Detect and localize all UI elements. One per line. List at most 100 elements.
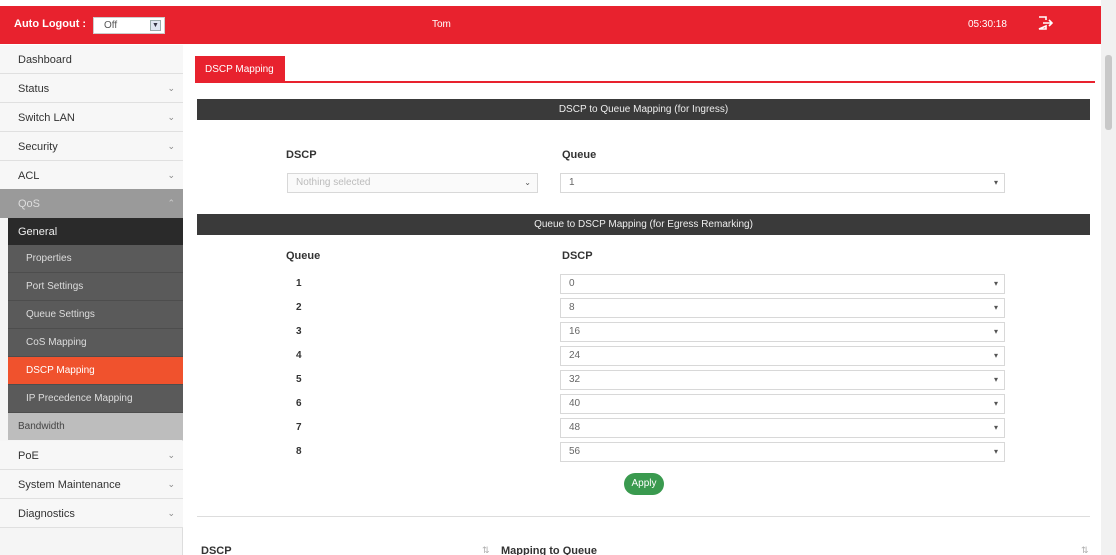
sidebar-item-general[interactable]: General bbox=[8, 218, 183, 245]
sort-icon[interactable]: ⇅ bbox=[482, 545, 490, 555]
top-bar: Auto Logout : Off ▼ Tom 05:30:18 bbox=[0, 0, 1116, 45]
chevron-down-icon: ▾ bbox=[993, 178, 998, 187]
page-scrollbar[interactable] bbox=[1101, 0, 1116, 555]
auto-logout-select[interactable]: Off ▼ bbox=[93, 17, 165, 34]
sidebar-item-properties[interactable]: Properties bbox=[8, 245, 183, 273]
chevron-down-icon: ▾ bbox=[993, 303, 998, 312]
sidebar-item-acl[interactable]: ACL ⌄ bbox=[0, 161, 183, 190]
queue-number: 5 bbox=[296, 374, 302, 385]
tab-dscp-mapping[interactable]: DSCP Mapping bbox=[195, 56, 285, 82]
sidebar-item-poe[interactable]: PoE ⌄ bbox=[0, 441, 183, 470]
egress-dscp-select-8[interactable]: 56 ▾ bbox=[560, 442, 1005, 462]
sidebar-item-dashboard[interactable]: Dashboard bbox=[0, 45, 183, 74]
sidebar-item-status[interactable]: Status ⌄ bbox=[0, 74, 183, 103]
queue-number: 6 bbox=[296, 398, 302, 409]
auto-logout-value: Off bbox=[104, 20, 118, 31]
sidebar-item-ip-precedence-mapping[interactable]: IP Precedence Mapping bbox=[8, 385, 183, 413]
dscp-select-value: 16 bbox=[569, 326, 581, 337]
sidebar-item-label: Properties bbox=[26, 253, 72, 264]
chevron-down-icon: ⌄ bbox=[167, 508, 175, 518]
egress-section-title: Queue to DSCP Mapping (for Egress Remark… bbox=[197, 214, 1090, 235]
dscp-select-value: 56 bbox=[569, 446, 581, 457]
sidebar-item-diagnostics[interactable]: Diagnostics ⌄ bbox=[0, 499, 183, 528]
chevron-down-icon: ⌄ bbox=[524, 178, 531, 187]
sidebar-item-label: Bandwidth bbox=[18, 421, 65, 432]
sidebar-item-label: Switch LAN bbox=[18, 112, 75, 124]
queue-select-value: 1 bbox=[569, 177, 575, 188]
header-bar bbox=[0, 6, 1101, 44]
sidebar-item-dscp-mapping[interactable]: DSCP Mapping bbox=[8, 357, 183, 385]
queue-number: 1 bbox=[296, 278, 302, 289]
egress-dscp-select-4[interactable]: 24 ▾ bbox=[560, 346, 1005, 366]
sidebar-item-label: Security bbox=[18, 141, 58, 153]
sidebar-item-label: Diagnostics bbox=[18, 508, 75, 520]
sidebar-item-label: QoS bbox=[18, 198, 41, 210]
sidebar: Dashboard Status ⌄ Switch LAN ⌄ Security ⌄ … bbox=[0, 45, 183, 555]
chevron-down-icon: ▾ bbox=[993, 447, 998, 456]
auto-logout-label: Auto Logout : bbox=[14, 18, 87, 30]
sidebar-item-label: Status bbox=[18, 83, 50, 95]
sidebar-item-switch-lan[interactable]: Switch LAN ⌄ bbox=[0, 103, 183, 132]
chevron-down-icon: ▾ bbox=[993, 351, 998, 360]
egress-queue-header: Queue bbox=[286, 250, 321, 262]
sort-icon[interactable]: ⇅ bbox=[1081, 545, 1089, 555]
host-name: Tom bbox=[432, 19, 451, 30]
dscp-select-value: 8 bbox=[569, 302, 575, 313]
section-divider bbox=[197, 516, 1090, 517]
dscp-select-placeholder: Nothing selected bbox=[296, 177, 371, 188]
ingress-dscp-select[interactable]: Nothing selected ⌄ bbox=[287, 173, 538, 193]
dscp-select-value: 48 bbox=[569, 422, 581, 433]
egress-dscp-select-7[interactable]: 48 ▾ bbox=[560, 418, 1005, 438]
queue-number: 2 bbox=[296, 302, 302, 313]
egress-dscp-header: DSCP bbox=[562, 250, 593, 262]
sidebar-item-label: CoS Mapping bbox=[26, 337, 87, 348]
sidebar-item-qos[interactable]: QoS ⌃ bbox=[0, 189, 183, 218]
chevron-down-icon: ⌄ bbox=[167, 83, 175, 93]
sidebar-item-system-maintenance[interactable]: System Maintenance ⌄ bbox=[0, 470, 183, 499]
chevron-down-icon: ▾ bbox=[993, 399, 998, 408]
chevron-up-icon: ⌃ bbox=[167, 198, 175, 208]
egress-dscp-select-5[interactable]: 32 ▾ bbox=[560, 370, 1005, 390]
sidebar-item-port-settings[interactable]: Port Settings bbox=[8, 273, 183, 301]
chevron-down-icon: ▾ bbox=[993, 375, 998, 384]
chevron-down-icon: ▼ bbox=[150, 20, 161, 31]
scrollbar-thumb[interactable] bbox=[1105, 55, 1112, 130]
ingress-section-title: DSCP to Queue Mapping (for Ingress) bbox=[197, 99, 1090, 120]
chevron-down-icon: ▾ bbox=[993, 279, 998, 288]
queue-number: 8 bbox=[296, 446, 302, 457]
chevron-down-icon: ⌄ bbox=[167, 170, 175, 180]
queue-number: 7 bbox=[296, 422, 302, 433]
sidebar-item-label: Port Settings bbox=[26, 281, 84, 292]
sidebar-item-security[interactable]: Security ⌄ bbox=[0, 132, 183, 161]
sidebar-item-bandwidth[interactable]: Bandwidth bbox=[8, 413, 183, 440]
egress-dscp-select-3[interactable]: 16 ▾ bbox=[560, 322, 1005, 342]
table-header-mapping-to-queue[interactable]: Mapping to Queue bbox=[501, 545, 597, 555]
chevron-down-icon: ⌄ bbox=[167, 450, 175, 460]
chevron-down-icon: ▾ bbox=[993, 327, 998, 336]
tab-underline bbox=[195, 81, 1095, 83]
chevron-down-icon: ⌄ bbox=[167, 141, 175, 151]
sidebar-item-cos-mapping[interactable]: CoS Mapping bbox=[8, 329, 183, 357]
sidebar-item-label: System Maintenance bbox=[18, 479, 121, 491]
egress-dscp-select-1[interactable]: 0 ▾ bbox=[560, 274, 1005, 294]
queue-number: 4 bbox=[296, 350, 302, 361]
logout-icon[interactable] bbox=[1037, 16, 1053, 30]
sidebar-item-label: DSCP Mapping bbox=[26, 365, 95, 376]
sidebar-item-label: PoE bbox=[18, 450, 39, 462]
chevron-down-icon: ▾ bbox=[993, 423, 998, 432]
ingress-queue-header: Queue bbox=[562, 149, 597, 161]
sidebar-item-queue-settings[interactable]: Queue Settings bbox=[8, 301, 183, 329]
ingress-queue-select[interactable]: 1 ▾ bbox=[560, 173, 1005, 193]
apply-button[interactable]: Apply bbox=[624, 473, 664, 495]
sidebar-item-label: Dashboard bbox=[18, 54, 72, 66]
sidebar-item-label: IP Precedence Mapping bbox=[26, 393, 133, 404]
egress-dscp-select-6[interactable]: 40 ▾ bbox=[560, 394, 1005, 414]
system-clock: 05:30:18 bbox=[968, 19, 1007, 30]
sidebar-item-label: ACL bbox=[18, 170, 40, 182]
egress-dscp-select-2[interactable]: 8 ▾ bbox=[560, 298, 1005, 318]
chevron-down-icon: ⌄ bbox=[167, 479, 175, 489]
dscp-select-value: 0 bbox=[569, 278, 575, 289]
ingress-dscp-header: DSCP bbox=[286, 149, 317, 161]
chevron-down-icon: ⌄ bbox=[167, 112, 175, 122]
table-header-dscp[interactable]: DSCP bbox=[201, 545, 232, 555]
